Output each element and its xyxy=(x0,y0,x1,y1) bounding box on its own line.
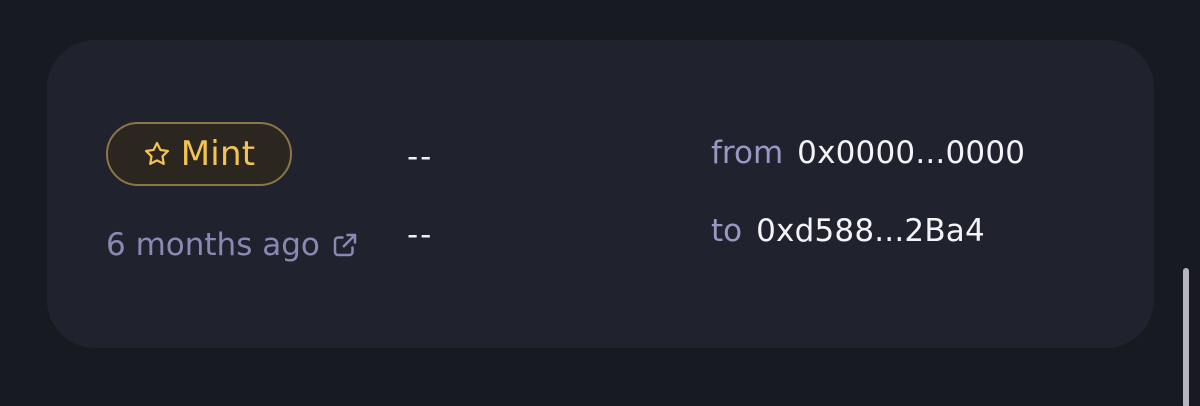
to-address-link[interactable]: 0xd588...2Ba4 xyxy=(756,216,985,247)
timestamp-row: 6 months ago xyxy=(106,222,360,268)
page: Mint 6 months ago -- -- from 0x0000...00… xyxy=(0,0,1200,406)
transaction-type-label: Mint xyxy=(180,134,256,174)
external-link-icon[interactable] xyxy=(330,230,360,260)
mint-badge[interactable]: Mint xyxy=(106,122,292,186)
vertical-scrollbar[interactable] xyxy=(1183,268,1189,406)
from-address-link[interactable]: 0x0000...0000 xyxy=(797,138,1025,169)
value-placeholder-1: -- xyxy=(407,139,434,175)
from-address-row: from 0x0000...0000 xyxy=(711,138,1025,169)
to-label: to xyxy=(711,213,743,249)
from-label: from xyxy=(711,135,784,171)
star-icon xyxy=(144,141,169,166)
transaction-card xyxy=(47,40,1154,348)
to-address-row: to 0xd588...2Ba4 xyxy=(711,216,985,247)
value-placeholder-2: -- xyxy=(407,217,434,253)
time-ago: 6 months ago xyxy=(106,226,320,263)
